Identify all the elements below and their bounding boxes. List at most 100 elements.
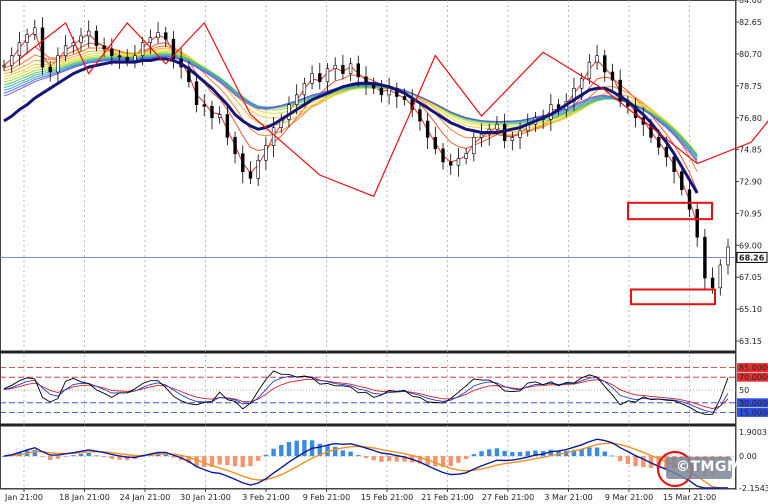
candle-body	[302, 83, 307, 96]
y-tick-label: 65.10	[739, 305, 762, 314]
candle-body	[87, 30, 91, 37]
candle-body	[587, 61, 592, 79]
rsi-tick-label: 85.0000	[739, 364, 768, 373]
chart-canvas: 84.00 82.65 80.70 78.75 76.80 74.85 72.90 70.95…	[0, 0, 768, 502]
rsi-tick-label: 50	[739, 386, 749, 395]
candle-body	[479, 133, 484, 138]
macd-histogram-bar	[78, 453, 84, 457]
macd-histogram-bar	[325, 445, 330, 457]
macd-histogram-bar	[617, 456, 623, 462]
macd-histogram-bar	[456, 456, 461, 463]
macd-histogram-bar	[340, 450, 346, 457]
candle-body	[341, 65, 345, 74]
candle-body	[510, 137, 515, 141]
candle-body	[48, 66, 52, 73]
candle-body	[117, 55, 122, 58]
candle-body	[110, 48, 114, 56]
candle-body	[441, 148, 445, 163]
y-tick-label: 74.85	[739, 146, 762, 155]
candle-body	[402, 96, 407, 101]
rsi-tick-label: 70.0000	[739, 373, 768, 382]
candle-body	[194, 81, 199, 105]
macd-histogram-bar	[271, 448, 276, 457]
macd-tick-label: -2.1543	[739, 484, 768, 493]
x-tick-label: 9 Feb 21:00	[303, 493, 350, 502]
candle-body	[549, 104, 553, 120]
candle-body	[387, 88, 391, 96]
candle-body	[418, 109, 422, 122]
candle-body	[310, 73, 314, 84]
macd-histogram-bar	[502, 450, 507, 457]
macd-histogram-bar	[594, 447, 600, 457]
candle-body	[17, 42, 22, 56]
candle-body	[233, 137, 237, 155]
x-tick-label: Jan 21:00	[4, 493, 43, 502]
x-tick-label: 18 Jan 21:00	[59, 493, 110, 502]
candle-body	[595, 55, 599, 63]
candle-body	[472, 137, 476, 155]
candle-body	[241, 153, 245, 173]
candle-body	[333, 65, 337, 69]
macd-histogram-bar	[494, 448, 500, 457]
macd-tick-label: 1.9003	[739, 428, 767, 437]
x-tick-label: 9 Mar 21:00	[605, 493, 653, 502]
rsi-signal-line	[3, 375, 729, 413]
macd-histogram-bar	[86, 452, 91, 457]
candle-body	[695, 209, 699, 238]
macd-histogram-bar	[371, 456, 376, 461]
candle-body	[202, 104, 206, 107]
candle-body	[425, 120, 430, 138]
macd-histogram-bar	[379, 456, 384, 462]
candle-body	[248, 171, 253, 179]
zigzag-line	[19, 21, 768, 198]
y-tick-label: 84.00	[739, 0, 762, 5]
candle-body	[63, 45, 68, 56]
macd-histogram-bar	[332, 446, 338, 457]
candle-body	[433, 137, 438, 150]
candle-body	[164, 32, 168, 40]
candle-body	[464, 153, 468, 159]
rsi-tick-label: 30.0000	[739, 399, 768, 408]
y-tick-label: 78.75	[739, 82, 762, 91]
candle-body	[225, 114, 230, 138]
candle-body	[603, 55, 607, 73]
candle-body	[610, 71, 615, 81]
y-tick-label: 76.80	[739, 114, 762, 123]
candle-body	[79, 35, 83, 43]
candle-body	[271, 127, 276, 146]
macd-signal-line	[3, 442, 728, 489]
candle-body	[287, 104, 291, 120]
macd-histogram-bar	[48, 456, 53, 461]
candle-body	[94, 30, 99, 47]
macd-histogram-bar	[356, 455, 361, 457]
candle-body	[495, 123, 499, 130]
candle-body	[456, 158, 461, 166]
macd-histogram-bar	[217, 456, 222, 465]
macd-histogram-bar	[463, 456, 469, 460]
y-tick-label: 69.00	[739, 241, 762, 250]
macd-histogram-bar	[602, 451, 607, 457]
macd-histogram-bar	[286, 442, 292, 457]
macd-histogram-bar	[610, 455, 615, 457]
candle-body	[10, 55, 14, 66]
candle-body	[672, 156, 676, 173]
candle-body	[133, 55, 137, 61]
candle-body	[656, 137, 661, 148]
candle-body	[217, 114, 222, 119]
macd-histogram-bar	[363, 456, 369, 459]
candle-body	[264, 145, 268, 161]
candle-body	[140, 42, 145, 56]
candle-body	[518, 130, 522, 138]
candle-body	[710, 277, 715, 289]
y-tick-label: 80.70	[739, 50, 762, 59]
x-tick-label: 30 Jan 21:00	[180, 493, 231, 502]
x-tick-label: 15 Mar 21:00	[663, 493, 716, 502]
x-tick-label: 15 Feb 21:00	[361, 493, 413, 502]
macd-histogram-bar	[240, 456, 245, 468]
macd-histogram-bar	[525, 451, 530, 457]
candle-body	[718, 264, 722, 289]
macd-tick-label: 0.00	[739, 452, 757, 461]
macd-histogram-bar	[202, 456, 207, 467]
macd-histogram-bar	[448, 456, 453, 467]
x-tick-label: 21 Feb 21:00	[421, 493, 473, 502]
